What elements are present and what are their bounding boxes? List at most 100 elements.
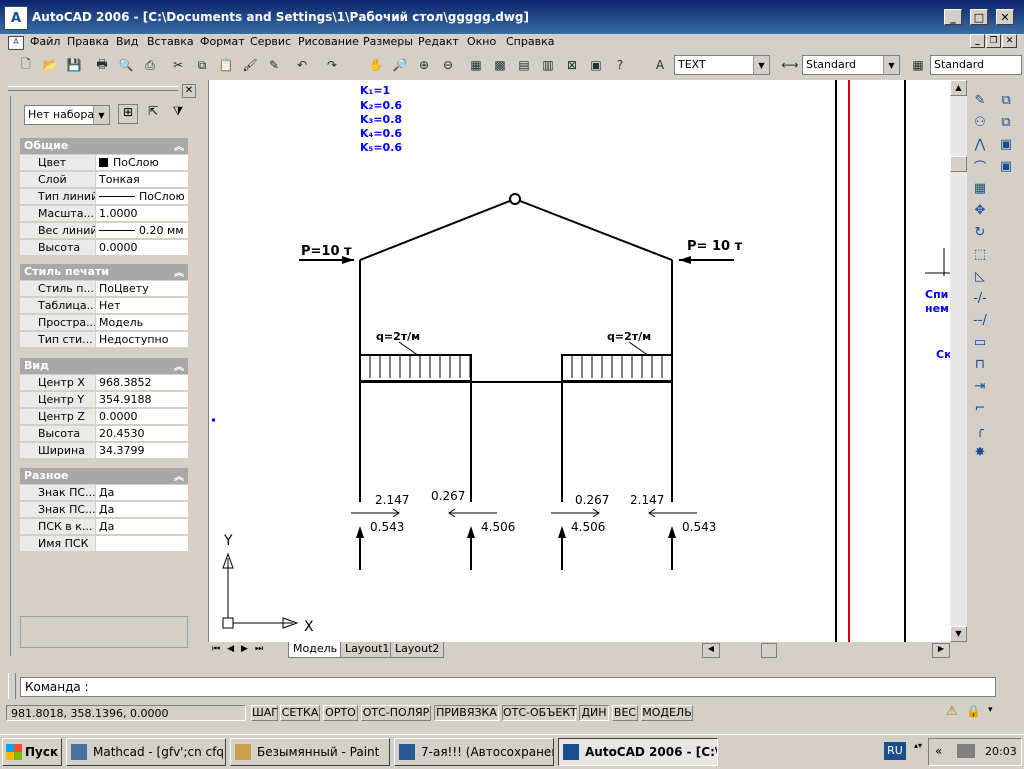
extend-icon[interactable]: --/	[970, 310, 990, 330]
palette-side-bar[interactable]	[4, 96, 11, 656]
stretch-icon[interactable]: ◺	[970, 266, 990, 286]
property-value[interactable]: 0.0000	[95, 240, 188, 256]
doc-restore-button[interactable]: ❐	[986, 34, 1001, 48]
section-header[interactable]: Разное ︽	[20, 468, 188, 484]
property-row[interactable]: Вес линий 0.20 мм	[20, 223, 188, 240]
property-row[interactable]: Высота 20.4530	[20, 426, 188, 443]
language-indicator[interactable]: RU	[884, 742, 906, 760]
property-value[interactable]	[95, 536, 188, 552]
vertical-scrollbar[interactable]: ▲ ▼	[950, 80, 967, 642]
zoom-previous-icon[interactable]: ⊖	[438, 55, 458, 75]
menu-file[interactable]: Файл	[30, 35, 60, 48]
save-icon[interactable]: 💾	[64, 55, 84, 75]
task-paint[interactable]: Безымянный - Paint	[230, 738, 390, 766]
tab-nav-arrows[interactable]: ⏮◀▶⏭	[212, 644, 270, 654]
warning-icon[interactable]: ⚠	[946, 704, 964, 722]
model-button[interactable]: МОДЕЛЬ	[641, 705, 693, 721]
move-icon[interactable]: ✥	[970, 200, 990, 220]
draworder-back-icon[interactable]: ⧉	[996, 112, 1016, 132]
property-row[interactable]: Знак ПС... Да	[20, 502, 188, 519]
scroll-thumb[interactable]	[950, 156, 967, 172]
block-editor-icon[interactable]: ✎	[264, 55, 284, 75]
doc-close-button[interactable]: ✕	[1002, 34, 1017, 48]
task-autocad[interactable]: AutoCAD 2006 - [C:\...	[558, 738, 718, 766]
design-center-icon[interactable]: ▩	[490, 55, 510, 75]
lock-icon[interactable]: 🔒	[966, 704, 984, 722]
dyn-button[interactable]: ДИН	[579, 705, 609, 721]
property-row[interactable]: Простра... Модель	[20, 315, 188, 332]
property-row[interactable]: Слой Тонкая	[20, 172, 188, 189]
menu-view[interactable]: Вид	[116, 35, 138, 48]
explode-icon[interactable]: ✸	[970, 442, 990, 462]
markup-icon[interactable]: ⊠	[562, 55, 582, 75]
zoom-window-icon[interactable]: ⊕	[414, 55, 434, 75]
new-icon[interactable]: 🗋	[16, 55, 36, 75]
property-row[interactable]: Центр Z 0.0000	[20, 409, 188, 426]
menu-window[interactable]: Окно	[467, 35, 496, 48]
break-icon[interactable]: ⊓	[970, 354, 990, 374]
lang-scroll-icon[interactable]: ▴▾	[912, 741, 924, 763]
draworder-under-icon[interactable]: ▣	[996, 156, 1016, 176]
trim-icon[interactable]: -/-	[970, 288, 990, 308]
property-value[interactable]: Да	[95, 519, 188, 535]
chamfer-icon[interactable]: ⌐	[970, 398, 990, 418]
property-row[interactable]: Знак ПС... Да	[20, 485, 188, 502]
menu-tools[interactable]: Сервис	[250, 35, 291, 48]
menu-help[interactable]: Справка	[506, 35, 554, 48]
command-grip[interactable]	[8, 673, 16, 699]
text-style-select[interactable]: TEXT ▼	[674, 55, 770, 75]
offset-icon[interactable]: ⌒	[970, 156, 990, 176]
property-value[interactable]: ПоСлою	[95, 155, 188, 171]
join-icon[interactable]: ⇥	[970, 376, 990, 396]
properties-icon[interactable]: ▦	[466, 55, 486, 75]
lwt-button[interactable]: ВЕС	[612, 705, 638, 721]
fillet-icon[interactable]: ╭	[970, 420, 990, 440]
close-button[interactable]: ✕	[996, 9, 1014, 25]
property-value[interactable]: Да	[95, 485, 188, 501]
maximize-button[interactable]: □	[970, 9, 988, 25]
clock[interactable]: 20:03	[985, 745, 1017, 758]
help-icon[interactable]: ?	[610, 55, 630, 75]
draworder-above-icon[interactable]: ▣	[996, 134, 1016, 154]
palette-grip[interactable]	[8, 86, 178, 91]
doc-minimize-button[interactable]: _	[970, 34, 985, 48]
tool-palettes-icon[interactable]: ▤	[514, 55, 534, 75]
tab-layout1[interactable]: Layout1	[340, 642, 395, 658]
scroll-up-icon[interactable]: ▲	[950, 80, 967, 96]
osnap-button[interactable]: ПРИВЯЗКА	[434, 705, 499, 721]
plot-preview-icon[interactable]: 🔍	[116, 55, 136, 75]
task-word[interactable]: 7-ая!!! (Автосохранен...	[394, 738, 554, 766]
property-value[interactable]: ПоСлою	[95, 189, 188, 205]
paste-icon[interactable]: 📋	[216, 55, 236, 75]
property-row[interactable]: Стиль п... ПоЦвету	[20, 281, 188, 298]
property-value[interactable]: 0.20 мм	[95, 223, 188, 239]
property-row[interactable]: Цвет ПоСлою	[20, 155, 188, 172]
property-value[interactable]: 20.4530	[95, 426, 188, 442]
property-row[interactable]: Масшта... 1.0000	[20, 206, 188, 223]
redo-icon[interactable]: ↷	[322, 55, 342, 75]
hscroll-right-icon[interactable]: ▶	[932, 643, 950, 658]
menu-edit[interactable]: Правка	[67, 35, 109, 48]
property-value[interactable]: 0.0000	[95, 409, 188, 425]
property-value[interactable]: Недоступно	[95, 332, 188, 348]
tab-model[interactable]: Модель	[288, 642, 343, 658]
zoom-realtime-icon[interactable]: 🔎	[390, 55, 410, 75]
calculator-icon[interactable]: ▣	[586, 55, 606, 75]
menu-format[interactable]: Формат	[200, 35, 245, 48]
quick-select-icon[interactable]: ⧩	[168, 104, 188, 124]
hscroll-thumb[interactable]	[761, 643, 777, 658]
property-row[interactable]: ПСК в к... Да	[20, 519, 188, 536]
table-style-select[interactable]: Standard	[930, 55, 1022, 75]
snap-button[interactable]: ШАГ	[251, 705, 278, 721]
command-line[interactable]: Команда :	[20, 677, 996, 697]
polar-button[interactable]: ОТС-ПОЛЯР	[361, 705, 431, 721]
status-menu-icon[interactable]: ▾	[988, 705, 998, 721]
copy-icon[interactable]: ⧉	[192, 55, 212, 75]
section-header[interactable]: Общие ︽	[20, 138, 188, 154]
autocad-app-icon[interactable]: A	[4, 6, 28, 30]
rotate-icon[interactable]: ↻	[970, 222, 990, 242]
property-row[interactable]: Тип линий ПоСлою	[20, 189, 188, 206]
start-button[interactable]: Пуск	[2, 738, 62, 766]
scroll-down-icon[interactable]: ▼	[950, 626, 967, 642]
property-row[interactable]: Центр X 968.3852	[20, 375, 188, 392]
